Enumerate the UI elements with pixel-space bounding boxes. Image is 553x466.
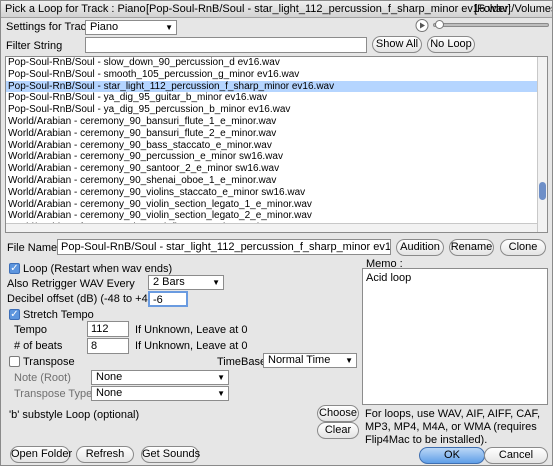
file-list-item[interactable]: Pop-Soul-RnB/Soul - ya_dig_95_guitar_b_m… (6, 92, 547, 104)
beats-hint: If Unknown, Leave at 0 (135, 340, 248, 352)
vertical-scrollbar[interactable] (537, 57, 547, 232)
file-list-item[interactable]: World/Arabian - ceremony_90_shenai_oboe_… (6, 175, 547, 187)
chevron-down-icon: ▼ (217, 373, 225, 382)
loop-label: Loop (Restart when wav ends) (23, 263, 173, 275)
horizontal-scrollbar[interactable] (6, 223, 537, 232)
timebase-select[interactable]: Normal Time ▼ (263, 353, 357, 368)
filter-label: Filter String (6, 40, 63, 52)
tempo-hint: If Unknown, Leave at 0 (135, 324, 248, 336)
memo-textarea[interactable]: Acid loop (362, 268, 548, 405)
window-title-file: [Pop-Soul-RnB/Soul - star_light_112_perc… (146, 3, 511, 15)
ok-button[interactable]: OK (419, 447, 485, 464)
substyle-label: 'b' substyle Loop (optional) (9, 409, 140, 421)
timebase-label: TimeBase (217, 356, 267, 368)
decibel-input[interactable]: -6 (148, 291, 188, 307)
retrigger-label: Also Retrigger WAV Every (7, 278, 135, 290)
transpose-label: Transpose (23, 356, 75, 368)
chevron-down-icon: ▼ (345, 356, 353, 365)
loop-checkbox[interactable]: ✓ (9, 263, 20, 274)
file-list-item[interactable]: Pop-Soul-RnB/Soul - smooth_105_percussio… (6, 69, 547, 81)
file-list-item[interactable]: Pop-Soul-RnB/Soul - star_light_112_percu… (6, 80, 547, 93)
file-list-item[interactable]: World/Arabian - ceremony_90_percussion_e… (6, 151, 547, 163)
play-button[interactable] (413, 18, 431, 33)
pick-loop-dialog: Pick a Loop for Track : Piano [Pop-Soul-… (0, 0, 553, 466)
note-root-label: Note (Root) (14, 372, 71, 384)
decibel-label: Decibel offset (dB) (-48 to +48) (7, 293, 158, 305)
get-sounds-button[interactable]: Get Sounds (141, 446, 200, 463)
transpose-type-select-value: None (96, 387, 123, 399)
file-list-item[interactable]: Pop-Soul-RnB/Soul - slow_down_90_percuss… (6, 57, 547, 69)
file-name-input[interactable]: Pop-Soul-RnB/Soul - star_light_112_percu… (57, 239, 391, 255)
file-name-label: File Name (7, 242, 58, 254)
cancel-button[interactable]: Cancel (484, 447, 548, 464)
no-loop-button[interactable]: No Loop (427, 36, 475, 53)
file-list-item[interactable]: Pop-Soul-RnB/Soul - ya_dig_95_percussion… (6, 104, 547, 116)
file-list-item[interactable]: World/Arabian - ceremony_90_violin_secti… (6, 210, 547, 222)
choose-button[interactable]: Choose (317, 405, 359, 422)
transpose-type-label: Transpose Type (14, 388, 93, 400)
file-list-item[interactable]: World/Arabian - ceremony_90_santoor_2_e_… (6, 163, 547, 175)
file-list-item[interactable]: World/Arabian - ceremony_90_violins_stac… (6, 187, 547, 199)
stretch-tempo-checkbox[interactable]: ✓ (9, 309, 20, 320)
format-info-text: For loops, use WAV, AIF, AIFF, CAF, MP3,… (365, 408, 541, 446)
window-title-folder: [Folder:/Volumes/Ban (474, 3, 552, 15)
filter-input[interactable] (85, 37, 367, 53)
track-select-value: Piano (90, 21, 119, 33)
title-bar: Pick a Loop for Track : Piano [Pop-Soul-… (1, 1, 552, 18)
chevron-down-icon: ▼ (165, 23, 173, 32)
note-root-select[interactable]: None ▼ (91, 370, 229, 385)
loop-file-list[interactable]: Pop-Soul-RnB/Soul - slow_down_90_percuss… (5, 56, 548, 233)
vertical-scroll-thumb[interactable] (539, 182, 546, 200)
play-icon (415, 19, 429, 32)
open-folder-button[interactable]: Open Folder (10, 446, 72, 463)
file-list-item[interactable]: World/Arabian - ceremony_90_bass_staccat… (6, 140, 547, 152)
timebase-select-value: Normal Time (268, 354, 331, 366)
memo-text: Acid loop (366, 272, 412, 284)
window-title: Pick a Loop for Track : Piano (5, 3, 146, 15)
chevron-down-icon: ▼ (217, 389, 225, 398)
clear-button[interactable]: Clear (317, 422, 359, 439)
rename-button[interactable]: Rename (449, 239, 494, 256)
tempo-input[interactable]: 112 (87, 321, 129, 337)
clone-button[interactable]: Clone (500, 239, 546, 256)
file-rows: Pop-Soul-RnB/Soul - slow_down_90_percuss… (6, 57, 547, 232)
track-select[interactable]: Piano ▼ (85, 20, 177, 35)
transpose-type-select[interactable]: None ▼ (91, 386, 229, 401)
file-list-item[interactable]: World/Arabian - ceremony_90_bansuri_flut… (6, 128, 547, 140)
note-root-select-value: None (96, 371, 123, 383)
retrigger-select[interactable]: 2 Bars ▼ (148, 275, 224, 290)
settings-label: Settings for Track (6, 21, 92, 33)
volume-slider[interactable] (433, 23, 549, 27)
tempo-label: Tempo (14, 324, 48, 336)
chevron-down-icon: ▼ (212, 278, 220, 287)
file-list-item[interactable]: World/Arabian - ceremony_90_violin_secti… (6, 199, 547, 211)
volume-slider-knob[interactable] (435, 20, 444, 29)
audition-button[interactable]: Audition (396, 239, 444, 256)
beats-label: # of beats (14, 340, 63, 352)
beats-input[interactable]: 8 (87, 338, 129, 354)
refresh-button[interactable]: Refresh (76, 446, 134, 463)
stretch-tempo-label: Stretch Tempo (23, 309, 94, 321)
retrigger-select-value: 2 Bars (153, 276, 185, 288)
show-all-button[interactable]: Show All (372, 36, 422, 53)
file-list-item[interactable]: World/Arabian - ceremony_90_bansuri_flut… (6, 116, 547, 128)
transpose-checkbox[interactable] (9, 356, 20, 367)
